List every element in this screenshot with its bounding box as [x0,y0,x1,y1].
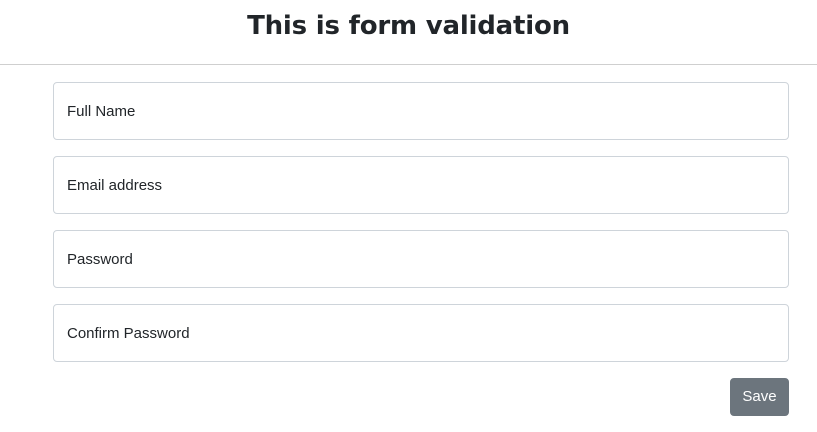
password-input[interactable] [53,230,789,288]
page-title: This is form validation [247,11,570,41]
form-actions: Save [53,378,789,416]
email-address-input[interactable] [53,156,789,214]
validation-form [53,82,789,378]
page-header: This is form validation [0,0,817,65]
confirm-password-input[interactable] [53,304,789,362]
full-name-input[interactable] [53,82,789,140]
save-button[interactable]: Save [730,378,789,416]
